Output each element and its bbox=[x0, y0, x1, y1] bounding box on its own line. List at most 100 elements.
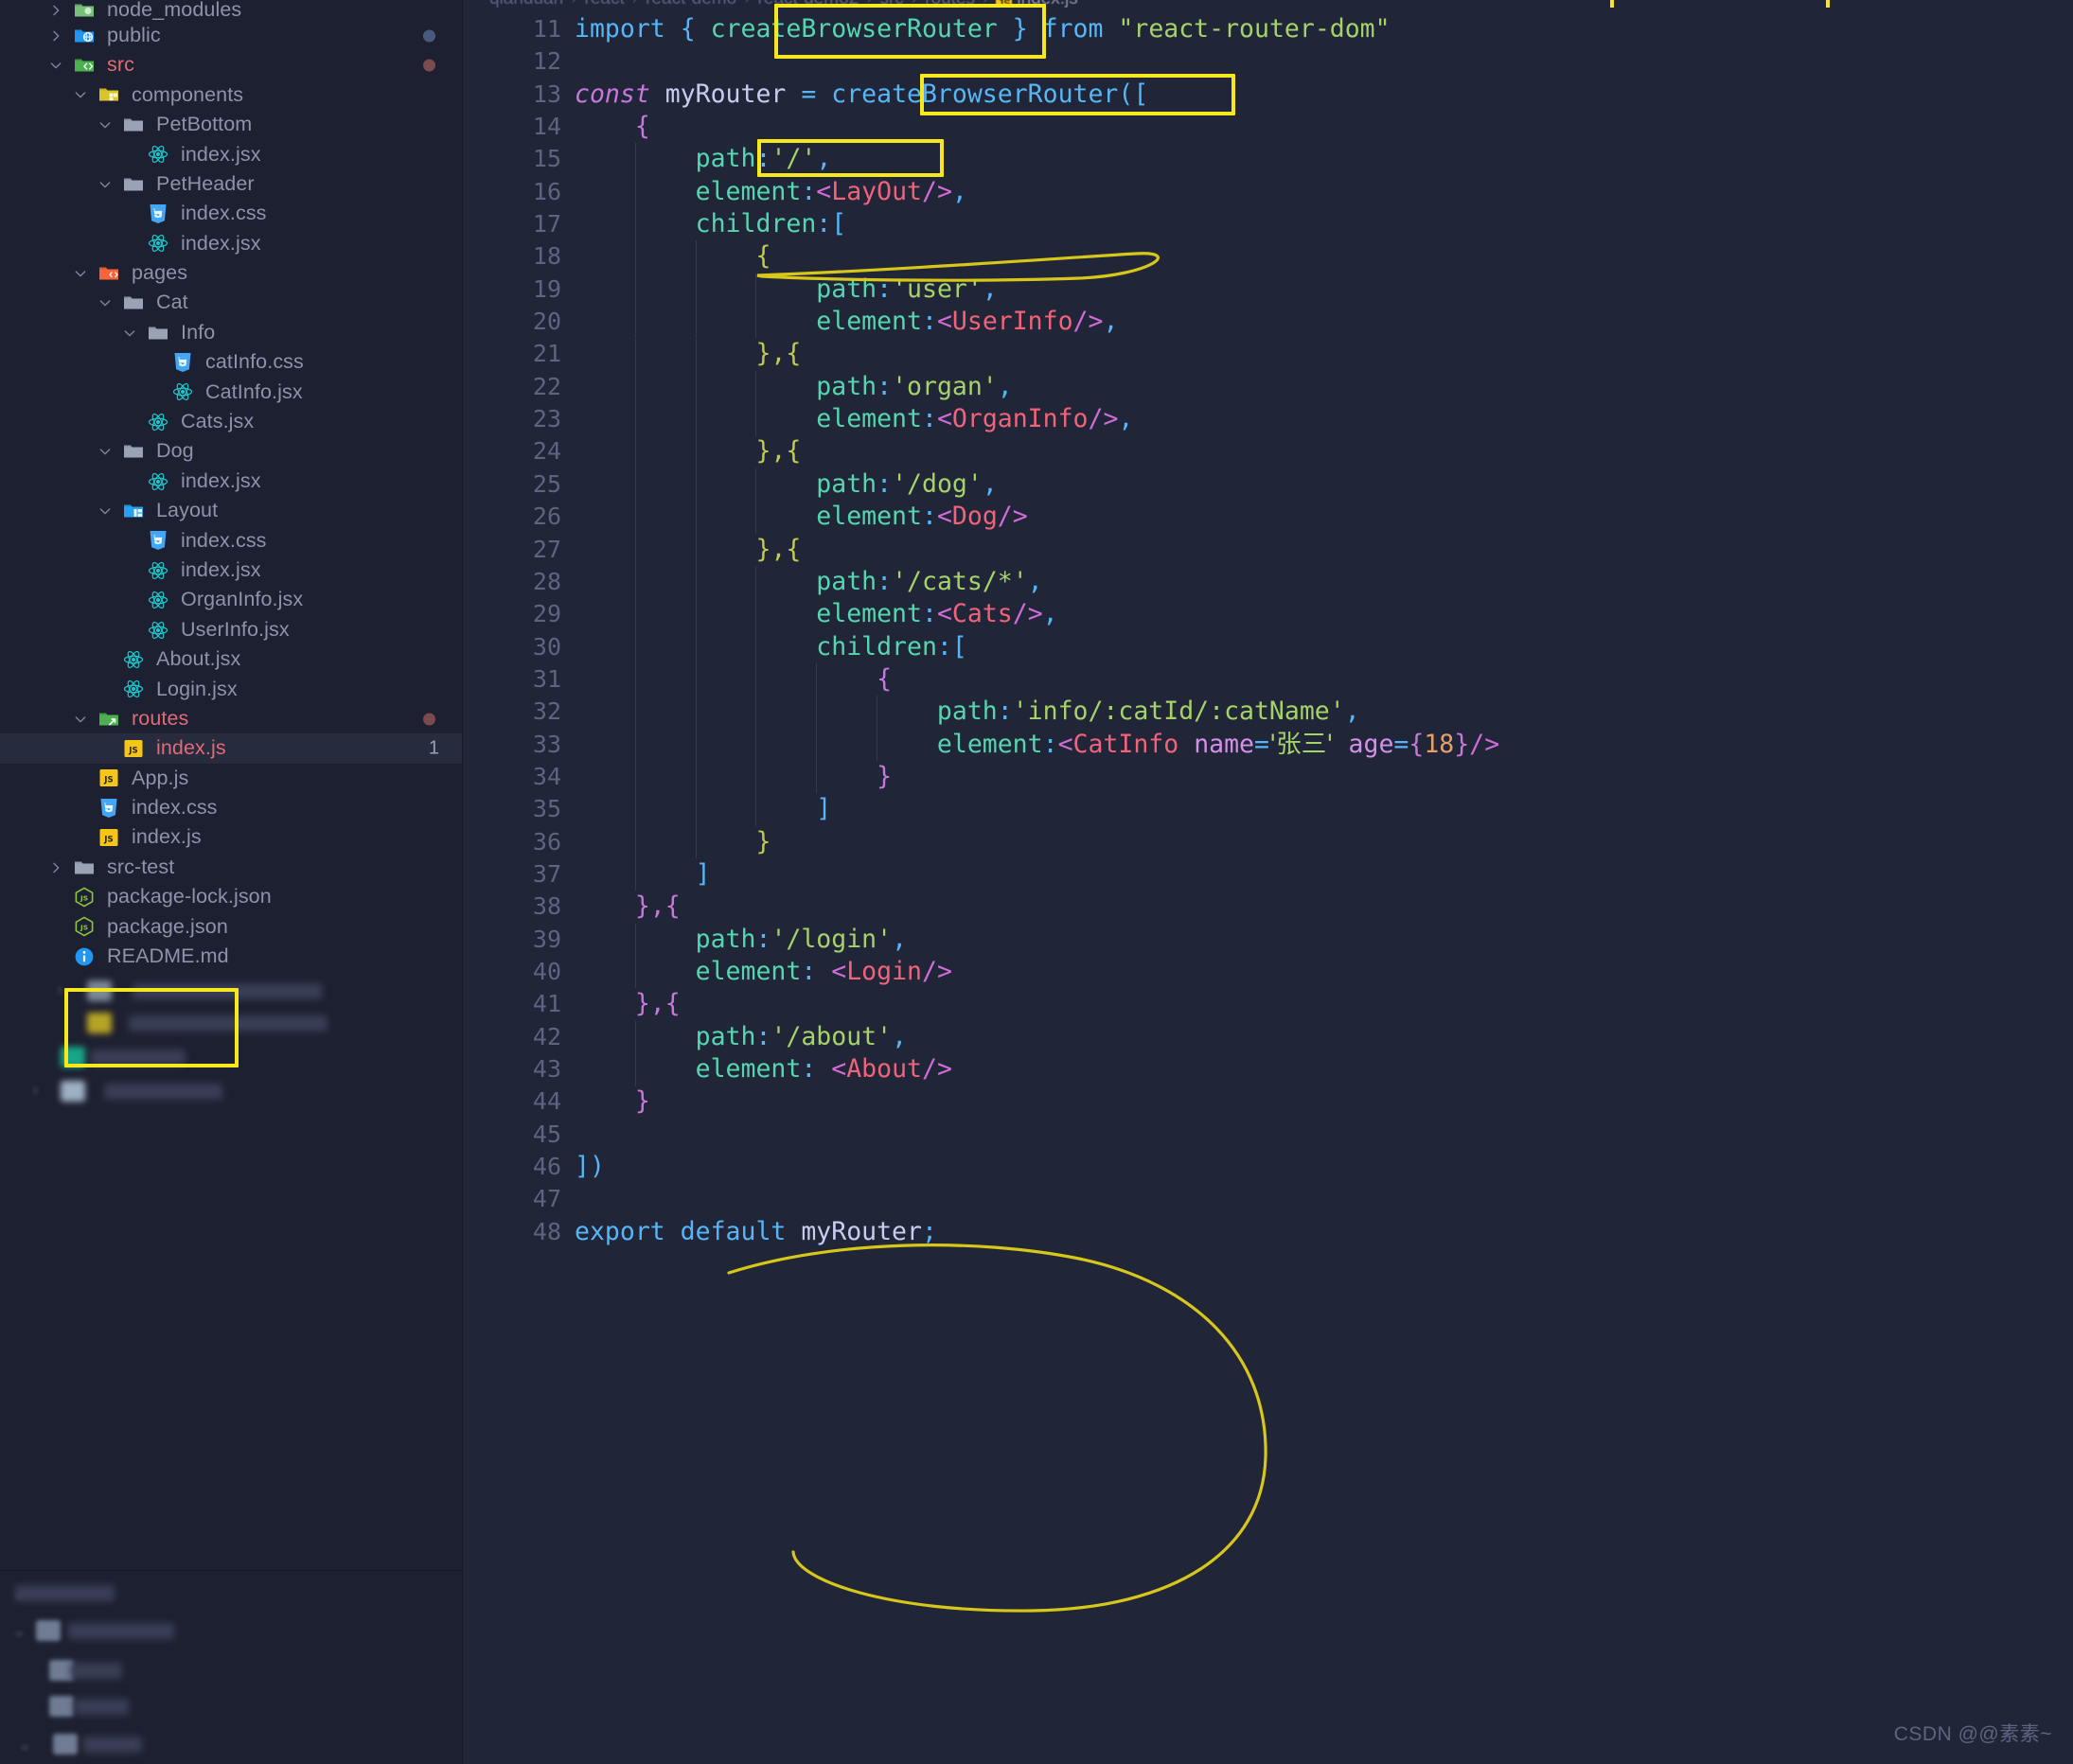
tree-folder-routes[interactable]: routes bbox=[0, 704, 462, 733]
chevron-down-icon[interactable] bbox=[95, 441, 115, 462]
tree-folder-components[interactable]: components bbox=[0, 80, 462, 110]
chevron-right-icon[interactable]: › bbox=[57, 979, 63, 1001]
code-line[interactable]: 26 element:<Dog/> bbox=[463, 501, 2073, 533]
tree-file-index-css[interactable]: index.css bbox=[0, 199, 462, 228]
tree-file-index-jsx[interactable]: index.jsx bbox=[0, 467, 462, 496]
tree-folder-public[interactable]: public bbox=[0, 21, 462, 50]
code-line[interactable]: 18 { bbox=[463, 240, 2073, 273]
tree-file-app-js[interactable]: JS App.js bbox=[0, 764, 462, 793]
code-line[interactable]: 48 export default myRouter; bbox=[463, 1216, 2073, 1248]
chevron-down-icon[interactable] bbox=[45, 55, 66, 76]
code-line[interactable]: 42 path:'/about', bbox=[463, 1021, 2073, 1053]
code-line[interactable]: 44 } bbox=[463, 1085, 2073, 1118]
breadcrumb-segment[interactable]: react-demo2 bbox=[758, 0, 859, 8]
code-line[interactable]: 24 },{ bbox=[463, 435, 2073, 467]
tree-file-catinfo-css[interactable]: catInfo.css bbox=[0, 347, 462, 377]
code-line[interactable]: 36 } bbox=[463, 826, 2073, 858]
code-line[interactable]: 34 } bbox=[463, 761, 2073, 793]
chevron-down-icon[interactable] bbox=[70, 263, 91, 284]
code-line[interactable]: 37 ] bbox=[463, 858, 2073, 891]
tree-folder-src[interactable]: src bbox=[0, 50, 462, 79]
code-line[interactable]: 46]) bbox=[463, 1151, 2073, 1183]
tree-file-package-json[interactable]: JS package.json bbox=[0, 912, 462, 942]
code-line[interactable]: 14 { bbox=[463, 111, 2073, 143]
code-line[interactable]: 17 children:[ bbox=[463, 208, 2073, 240]
code-line[interactable]: 30 children:[ bbox=[463, 631, 2073, 663]
code-line[interactable]: 29 element:<Cats/>, bbox=[463, 598, 2073, 630]
code-line[interactable]: 13 const myRouter = createBrowserRouter([ bbox=[463, 79, 2073, 111]
file-explorer-sidebar[interactable]: node_modules public src components PetBottom… bbox=[0, 0, 463, 1764]
breadcrumb-segment[interactable]: react bbox=[585, 0, 625, 8]
code-line[interactable]: 25 path:'/dog', bbox=[463, 468, 2073, 501]
code-line[interactable]: 12 bbox=[463, 45, 2073, 78]
code-line[interactable]: 22 path:'organ', bbox=[463, 371, 2073, 403]
tree-file-index-js[interactable]: JS index.js 1 bbox=[0, 733, 462, 764]
tree-file-cats-jsx[interactable]: Cats.jsx bbox=[0, 407, 462, 436]
tree-file-package-lock-json[interactable]: JS package-lock.json bbox=[0, 882, 462, 911]
tree-file-about-jsx[interactable]: About.jsx bbox=[0, 644, 462, 674]
code-line[interactable]: 41 },{ bbox=[463, 988, 2073, 1020]
tree-folder-layout[interactable]: Layout bbox=[0, 496, 462, 525]
tree-file-userinfo-jsx[interactable]: UserInfo.jsx bbox=[0, 615, 462, 644]
tree-file-index-css[interactable]: index.css bbox=[0, 793, 462, 822]
code-line[interactable]: 38 },{ bbox=[463, 891, 2073, 923]
code-line[interactable]: 16 element:<LayOut/>, bbox=[463, 176, 2073, 208]
chevron-down-icon[interactable] bbox=[95, 501, 115, 521]
tree-folder-cat[interactable]: Cat bbox=[0, 289, 462, 318]
code-line[interactable]: 32 path:'info/:catId/:catName', bbox=[463, 696, 2073, 728]
tree-folder-info[interactable]: Info bbox=[0, 318, 462, 347]
breadcrumb-segment[interactable]: qianduan bbox=[489, 0, 563, 8]
chevron-down-icon[interactable] bbox=[95, 115, 115, 135]
chevron-right-icon[interactable] bbox=[45, 857, 66, 878]
tree-file-index-css[interactable]: index.css bbox=[0, 526, 462, 556]
code-line[interactable]: 40 element: <Login/> bbox=[463, 956, 2073, 988]
code-line[interactable]: 39 path:'/login', bbox=[463, 924, 2073, 956]
code-line[interactable]: 27 },{ bbox=[463, 534, 2073, 566]
chevron-right-icon[interactable]: › bbox=[32, 1080, 39, 1102]
chevron-down-icon[interactable] bbox=[70, 709, 91, 730]
code-editor[interactable]: qianduan›react›react-demo›react-demo2›sr… bbox=[463, 0, 2073, 1764]
code-line[interactable]: 43 element: <About/> bbox=[463, 1053, 2073, 1085]
file-tree[interactable]: node_modules public src components PetBottom… bbox=[0, 0, 462, 972]
code-line[interactable]: 33 element:<CatInfo name='张三' age={18}/> bbox=[463, 729, 2073, 761]
tree-file-catinfo-jsx[interactable]: CatInfo.jsx bbox=[0, 378, 462, 407]
tree-file-readme-md[interactable]: README.md bbox=[0, 942, 462, 971]
breadcrumb-file[interactable]: index.js bbox=[1017, 0, 1077, 8]
breadcrumb-segment[interactable]: react-demo bbox=[646, 0, 736, 8]
chevron-down-icon[interactable]: ⌄ bbox=[17, 1732, 33, 1755]
tree-file-login-jsx[interactable]: Login.jsx bbox=[0, 675, 462, 704]
code-line[interactable]: 47 bbox=[463, 1183, 2073, 1215]
code-content[interactable]: 11 import { createBrowserRouter } from "r… bbox=[463, 13, 2073, 1764]
code-line[interactable]: 35 ] bbox=[463, 793, 2073, 825]
breadcrumb-segment[interactable]: src bbox=[880, 0, 904, 8]
code-line[interactable]: 31 { bbox=[463, 663, 2073, 696]
chevron-down-icon[interactable] bbox=[95, 174, 115, 195]
code-line[interactable]: 23 element:<OrganInfo/>, bbox=[463, 403, 2073, 435]
chevron-right-icon[interactable] bbox=[45, 0, 66, 21]
code-line[interactable]: 45 bbox=[463, 1119, 2073, 1151]
tree-folder-pages[interactable]: pages bbox=[0, 258, 462, 288]
breadcrumb-segment[interactable]: routes bbox=[925, 0, 975, 8]
code-line[interactable]: 11 import { createBrowserRouter } from "r… bbox=[463, 13, 2073, 45]
breadcrumb[interactable]: qianduan›react›react-demo›react-demo2›sr… bbox=[463, 0, 2073, 8]
chevron-down-icon[interactable] bbox=[95, 292, 115, 313]
tree-folder-petheader[interactable]: PetHeader bbox=[0, 169, 462, 199]
tree-file-organinfo-jsx[interactable]: OrganInfo.jsx bbox=[0, 585, 462, 614]
code-line[interactable]: 19 path:'user', bbox=[463, 273, 2073, 306]
chevron-down-icon[interactable] bbox=[119, 323, 140, 344]
code-line[interactable]: 28 path:'/cats/*', bbox=[463, 566, 2073, 598]
chevron-down-icon[interactable]: ⌄ bbox=[11, 1618, 27, 1642]
tree-file-index-js[interactable]: JS index.js bbox=[0, 823, 462, 853]
chevron-down-icon[interactable] bbox=[70, 84, 91, 105]
tree-folder-dog[interactable]: Dog bbox=[0, 436, 462, 466]
tree-folder-node-modules[interactable]: node_modules bbox=[0, 0, 462, 21]
code-line[interactable]: 20 element:<UserInfo/>, bbox=[463, 306, 2073, 338]
tree-file-index-jsx[interactable]: index.jsx bbox=[0, 556, 462, 585]
chevron-right-icon[interactable] bbox=[45, 26, 66, 46]
tree-folder-src-test[interactable]: src-test bbox=[0, 853, 462, 882]
code-line[interactable]: 21 },{ bbox=[463, 338, 2073, 370]
tree-folder-petbottom[interactable]: PetBottom bbox=[0, 110, 462, 139]
tree-file-index-jsx[interactable]: index.jsx bbox=[0, 140, 462, 169]
code-line[interactable]: 15 path:'/', bbox=[463, 143, 2073, 175]
tree-file-index-jsx[interactable]: index.jsx bbox=[0, 229, 462, 258]
